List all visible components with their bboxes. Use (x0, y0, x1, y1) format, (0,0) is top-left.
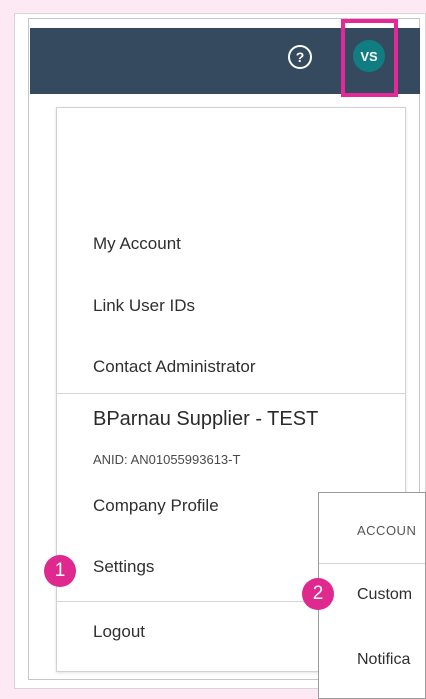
menu-item-link-user-ids[interactable]: Link User IDs (93, 296, 195, 316)
help-icon[interactable]: ? (285, 42, 315, 72)
menu-item-contact-administrator[interactable]: Contact Administrator (93, 357, 256, 377)
menu-item-logout[interactable]: Logout (93, 622, 145, 642)
menu-item-my-account[interactable]: My Account (93, 234, 181, 254)
settings-submenu: ACCOUN Custom Notifica (318, 492, 426, 699)
menu-divider (57, 393, 405, 394)
step-1-badge: 1 (44, 555, 76, 587)
menu-item-settings[interactable]: Settings (93, 557, 154, 577)
company-anid: ANID: AN01055993613-T (93, 452, 241, 467)
avatar-highlight-box (341, 19, 398, 97)
submenu-divider (319, 563, 425, 564)
company-name: BParnau Supplier - TEST (93, 408, 319, 430)
step-2-badge: 2 (302, 578, 334, 610)
menu-item-company-profile[interactable]: Company Profile (93, 496, 219, 516)
help-icon-glyph: ? (296, 49, 305, 65)
submenu-section-header: ACCOUN (357, 523, 417, 538)
submenu-item-notifications[interactable]: Notifica (357, 651, 410, 669)
submenu-item-customer-relationships[interactable]: Custom (357, 586, 412, 604)
